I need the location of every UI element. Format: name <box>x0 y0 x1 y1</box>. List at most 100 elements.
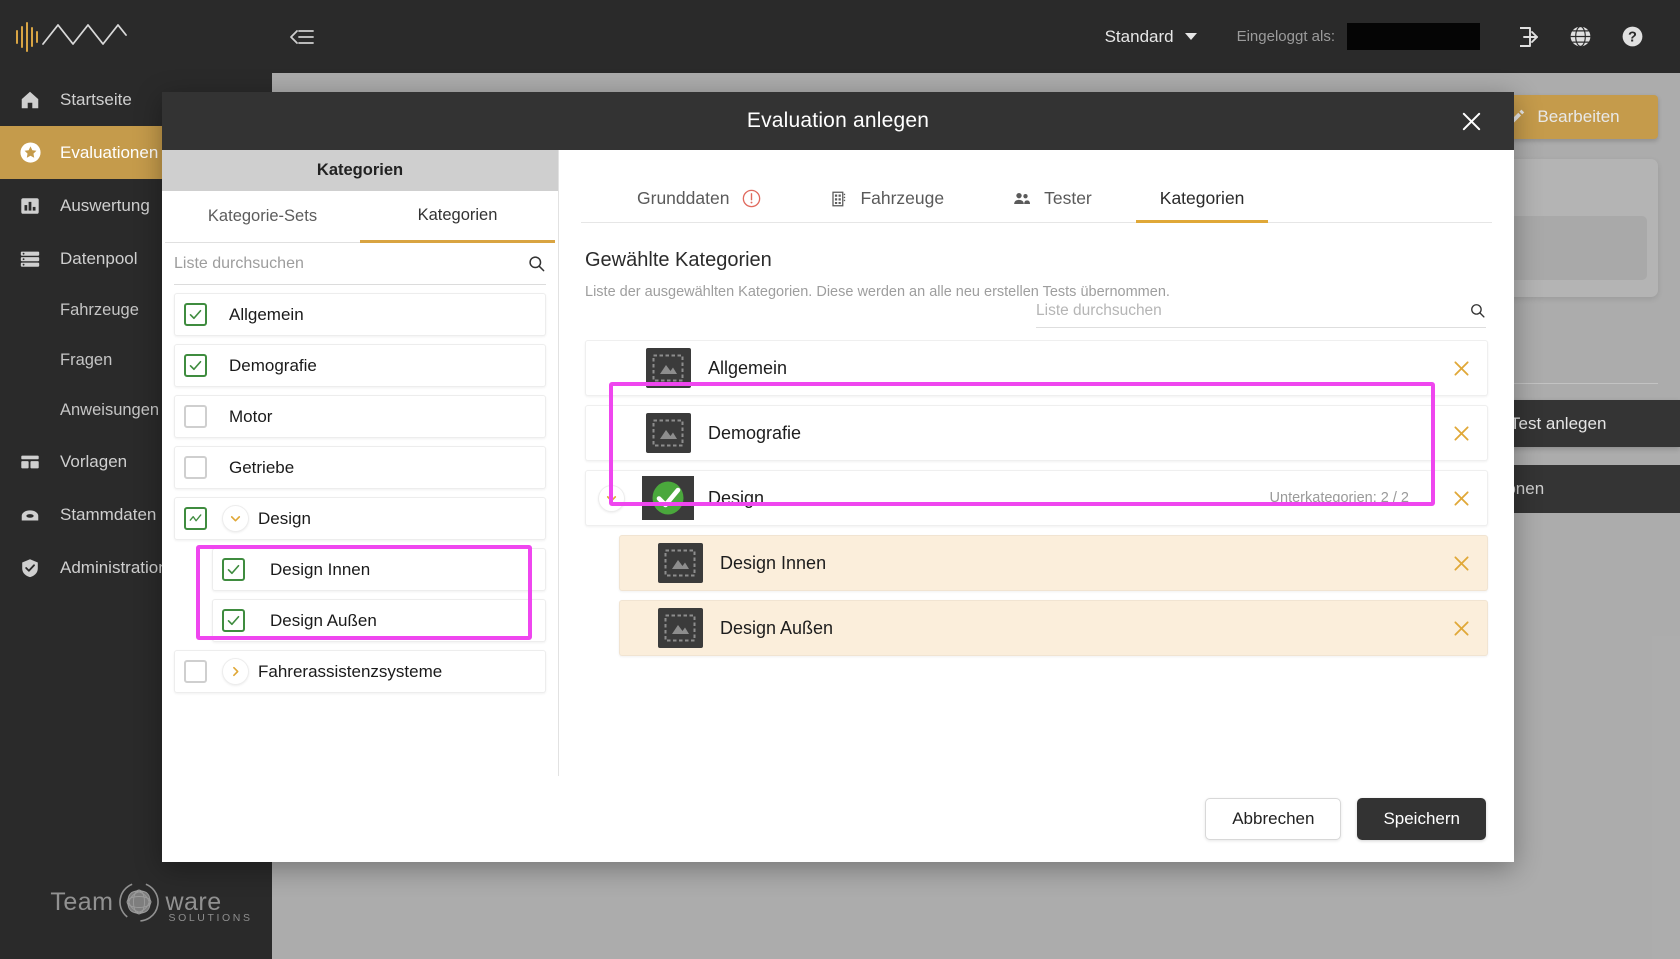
remove-icon <box>1453 620 1469 636</box>
checkbox-slot <box>184 660 222 683</box>
checkbox-demografie[interactable] <box>184 354 207 377</box>
checkbox-fahrerassistenzsysteme[interactable] <box>184 660 207 683</box>
close-button[interactable] <box>1450 92 1492 150</box>
sidebar-item-label-fragen: Fragen <box>60 350 113 369</box>
save-button[interactable]: Speichern <box>1357 798 1486 840</box>
selected-row-label-allgemein: Allgemein <box>708 357 788 378</box>
search-icon[interactable] <box>1469 302 1486 319</box>
selected-row-design-innen[interactable]: Design Innen <box>619 535 1488 591</box>
category-row-label-design-aussen: Design Außen <box>270 610 377 630</box>
checkbox-slot <box>222 609 270 632</box>
expand-design-selected-button[interactable] <box>597 484 625 512</box>
checkbox-allgemein[interactable] <box>184 303 207 326</box>
tab-kategorie-sets[interactable]: Kategorie-Sets <box>165 191 360 243</box>
selected-search-input[interactable] <box>1036 301 1469 320</box>
checkbox-slot <box>184 303 229 326</box>
close-icon <box>1462 112 1480 130</box>
expander-slot <box>222 505 258 532</box>
green-check-icon <box>642 476 694 520</box>
language-button[interactable] <box>1554 17 1606 57</box>
section-title: Gewählte Kategorien <box>585 249 772 271</box>
chevron-down-icon <box>606 495 616 501</box>
cancel-button[interactable]: Abbrechen <box>1205 798 1342 840</box>
checkbox-design-indeterminate[interactable] <box>184 507 207 530</box>
checkbox-design-aussen[interactable] <box>222 609 245 632</box>
checkbox-getriebe[interactable] <box>184 456 207 479</box>
expand-fahrerassistenzsysteme-button[interactable] <box>222 658 249 685</box>
category-list: Allgemein Demografie Motor Getriebe Desi… <box>162 285 558 776</box>
expand-design-button[interactable] <box>222 505 249 532</box>
cancel-button-label: Abbrechen <box>1232 809 1315 828</box>
sidebar-item-label-administration: Administration <box>60 557 168 577</box>
template-icon <box>17 451 43 473</box>
logged-in-username-redacted <box>1347 23 1480 50</box>
sidebar-item-label-evaluationen: Evaluationen <box>60 142 159 162</box>
selected-search-field[interactable] <box>1036 294 1486 328</box>
remove-icon <box>1453 555 1469 571</box>
checkbox-motor[interactable] <box>184 405 207 428</box>
tab-fahrzeuge[interactable]: Fahrzeuge <box>796 188 978 222</box>
selected-row-demografie[interactable]: Demografie <box>585 405 1488 461</box>
remove-demografie-button[interactable] <box>1435 423 1487 444</box>
selected-row-allgemein[interactable]: Allgemein <box>585 340 1488 396</box>
category-search-input[interactable] <box>174 254 527 273</box>
image-placeholder-icon <box>645 348 691 388</box>
category-row-fahrerassistenzsysteme[interactable]: Fahrerassistenzsysteme <box>174 650 546 693</box>
logout-icon <box>1520 26 1538 47</box>
category-row-label-design-innen: Design Innen <box>270 559 371 579</box>
tab-grunddaten-label: Grunddaten <box>637 188 730 208</box>
thumbnail-slot <box>636 476 700 520</box>
category-search-field[interactable] <box>174 243 546 285</box>
checkbox-slot <box>222 558 270 581</box>
category-row-design[interactable]: Design <box>174 497 546 540</box>
remove-design-button[interactable] <box>1435 488 1487 509</box>
image-placeholder-icon <box>645 413 691 453</box>
image-placeholder-icon <box>657 608 703 648</box>
tab-kategorien-label: Kategorien <box>417 206 498 224</box>
selected-row-label-demografie: Demografie <box>708 422 802 443</box>
bar-chart-icon <box>17 195 43 217</box>
category-row-design-aussen[interactable]: Design Außen <box>212 599 546 642</box>
collapse-sidebar-button[interactable] <box>272 0 332 73</box>
category-row-demografie[interactable]: Demografie <box>174 344 546 387</box>
car-grid-icon <box>832 191 846 206</box>
tab-fahrzeuge-label: Fahrzeuge <box>860 188 945 208</box>
create-test-button-label: Test anlegen <box>1510 413 1607 433</box>
selected-categories-list: Allgemein Demografie Design Unterkategor… <box>581 340 1492 776</box>
company-logo: Team ware SOLUTIONS <box>0 879 272 925</box>
checkbox-design-innen[interactable] <box>222 558 245 581</box>
category-picker-header: Kategorien <box>162 150 558 191</box>
selected-row-design[interactable]: Design Unterkategorien: 2 / 2 <box>585 470 1488 526</box>
category-row-label-demografie: Demografie <box>229 355 317 375</box>
search-icon[interactable] <box>527 254 546 273</box>
tab-tester[interactable]: Tester <box>978 188 1126 222</box>
selected-categories-panel: Grunddaten Fahrzeuge Tester Kategorien G… <box>559 150 1514 776</box>
tab-kategorien[interactable]: Kategorien <box>360 191 555 243</box>
waveform-chevron-logo-icon <box>16 21 127 52</box>
expander-slot <box>586 484 636 512</box>
remove-design-innen-button[interactable] <box>1435 553 1487 574</box>
chevron-down-icon <box>230 516 241 522</box>
category-row-label-getriebe: Getriebe <box>229 457 295 477</box>
category-row-allgemein[interactable]: Allgemein <box>174 293 546 336</box>
category-row-design-innen[interactable]: Design Innen <box>212 548 546 591</box>
tab-kategorien-main[interactable]: Kategorien <box>1126 188 1279 223</box>
profile-selector[interactable]: Standard <box>1105 27 1197 47</box>
remove-allgemein-button[interactable] <box>1435 358 1487 379</box>
home-icon <box>17 89 43 111</box>
logged-in-label: Eingeloggt als: <box>1236 28 1335 45</box>
star-icon <box>17 141 43 164</box>
tab-kategorien-main-label: Kategorien <box>1159 188 1245 208</box>
category-row-motor[interactable]: Motor <box>174 395 546 438</box>
category-row-getriebe[interactable]: Getriebe <box>174 446 546 489</box>
tab-grunddaten[interactable]: Grunddaten <box>603 188 796 222</box>
thumbnail-slot <box>648 543 712 583</box>
selected-row-design-aussen[interactable]: Design Außen <box>619 600 1488 656</box>
dialog-header: Evaluation anlegen <box>162 92 1514 150</box>
remove-design-aussen-button[interactable] <box>1435 618 1487 639</box>
database-icon <box>17 248 43 270</box>
app-logo[interactable] <box>0 0 272 73</box>
category-row-label-allgemein: Allgemein <box>229 304 304 324</box>
help-button[interactable]: ? <box>1606 17 1658 57</box>
logout-button[interactable] <box>1502 17 1554 57</box>
